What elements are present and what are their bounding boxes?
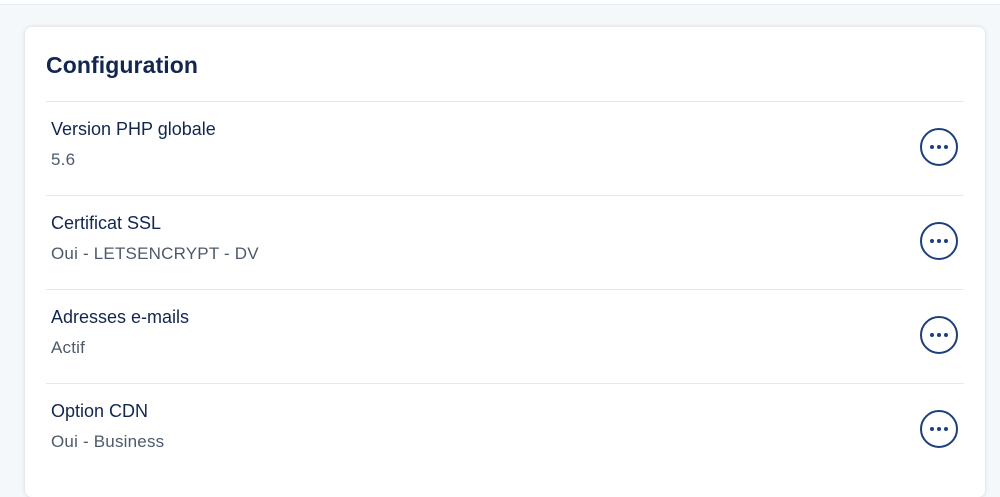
tile-value: Oui - LETSENCRYPT - DV	[51, 244, 259, 263]
ellipsis-icon	[930, 333, 948, 337]
top-strip	[0, 0, 1000, 5]
tile-email-addresses: Adresses e-mails Actif	[46, 289, 964, 384]
tile-label: Option CDN	[51, 401, 149, 421]
tile-php-version: Version PHP globale 5.6	[46, 101, 964, 196]
ellipsis-icon	[930, 427, 948, 431]
tile-label: Certificat SSL	[51, 213, 162, 233]
card-title: Configuration	[46, 52, 199, 78]
tile-label: Version PHP globale	[51, 119, 216, 139]
tile-cdn-option: Option CDN Oui - Business	[46, 383, 964, 478]
cdn-option-actions-button[interactable]	[920, 410, 958, 448]
tile-value: Actif	[51, 338, 86, 357]
tile-value: 5.6	[51, 150, 76, 169]
ellipsis-icon	[930, 145, 948, 149]
ssl-certificate-actions-button[interactable]	[920, 222, 958, 260]
ellipsis-icon	[930, 239, 948, 243]
email-addresses-actions-button[interactable]	[920, 316, 958, 354]
tile-value: Oui - Business	[51, 432, 165, 451]
tile-ssl-certificate: Certificat SSL Oui - LETSENCRYPT - DV	[46, 195, 964, 290]
configuration-card: Configuration Version PHP globale 5.6 Ce…	[25, 27, 985, 497]
php-version-actions-button[interactable]	[920, 128, 958, 166]
tile-label: Adresses e-mails	[51, 307, 190, 327]
